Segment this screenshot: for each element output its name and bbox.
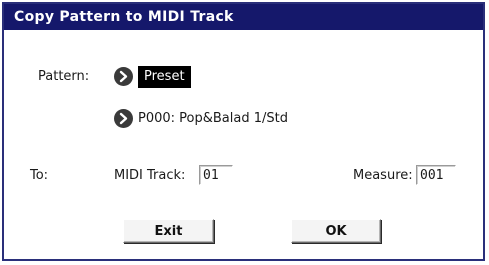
pattern-select[interactable]: P000: Pop&Balad 1/Std bbox=[138, 111, 288, 126]
pattern-type-select[interactable]: Preset bbox=[138, 66, 191, 88]
midi-track-field[interactable]: 01 bbox=[199, 165, 233, 185]
exit-button[interactable]: Exit bbox=[123, 219, 214, 243]
dialog-title: Copy Pattern to MIDI Track bbox=[4, 4, 483, 30]
to-label: To: bbox=[30, 168, 49, 183]
measure-field[interactable]: 001 bbox=[416, 165, 456, 185]
chevron-right-icon[interactable] bbox=[114, 67, 133, 86]
pattern-label: Pattern: bbox=[38, 69, 90, 84]
ok-button[interactable]: OK bbox=[291, 219, 381, 243]
midi-track-label: MIDI Track: bbox=[114, 168, 186, 183]
chevron-right-icon[interactable] bbox=[114, 109, 133, 128]
copy-pattern-dialog: Copy Pattern to MIDI Track Pattern: Pres… bbox=[2, 2, 485, 261]
measure-label: Measure: bbox=[353, 168, 413, 183]
